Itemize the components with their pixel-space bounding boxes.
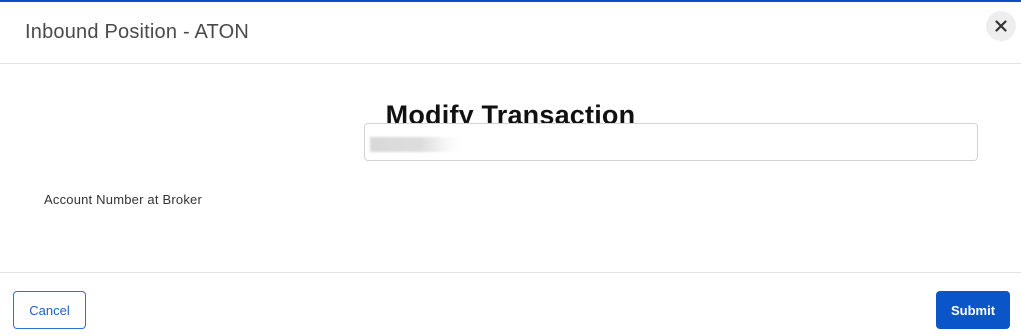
modal-title: Inbound Position - ATON bbox=[25, 21, 249, 43]
submit-button[interactable]: Submit bbox=[936, 291, 1010, 329]
close-icon bbox=[995, 20, 1007, 32]
cancel-button[interactable]: Cancel bbox=[13, 291, 86, 329]
modal-footer: Cancel Submit bbox=[0, 273, 1021, 336]
modal-dialog: Inbound Position - ATON Modify Transacti… bbox=[0, 0, 1021, 336]
account-number-label: Account Number at Broker bbox=[44, 192, 202, 207]
close-button[interactable] bbox=[986, 11, 1016, 41]
modal-header: Inbound Position - ATON bbox=[0, 2, 1021, 64]
modal-body: Modify Transaction Account Number at Bro… bbox=[0, 64, 1021, 273]
account-number-field[interactable] bbox=[364, 123, 978, 161]
